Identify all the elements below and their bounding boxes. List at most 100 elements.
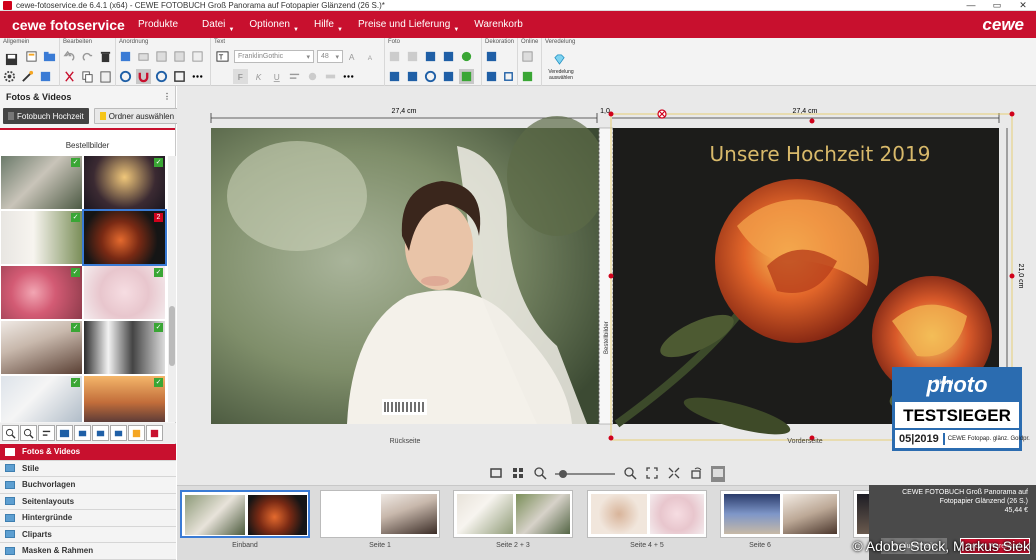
photo-thumb[interactable]: ✓ <box>1 156 82 209</box>
text-effect-icon[interactable] <box>323 69 338 84</box>
pin-icon[interactable]: ⋮ <box>163 92 171 101</box>
preview-icon[interactable] <box>710 465 725 482</box>
menu-hilfe[interactable]: Hilfe ▼ <box>314 19 343 33</box>
photo-thumb[interactable]: ✓ <box>1 211 82 264</box>
menu-datei[interactable]: Datei ▼ <box>202 19 234 33</box>
single-view-icon[interactable] <box>489 466 503 482</box>
wizard-icon[interactable] <box>20 69 35 84</box>
zoom-in-icon[interactable] <box>623 466 637 482</box>
zoom-slider[interactable] <box>554 467 615 481</box>
nav-buchvorlagen[interactable]: Buchvorlagen <box>0 477 176 494</box>
fullscreen-icon[interactable] <box>667 466 681 482</box>
grid-icon[interactable] <box>118 49 133 64</box>
more-icon[interactable] <box>190 69 205 84</box>
zoom-out-photo-icon[interactable] <box>20 425 37 441</box>
zoom-in-photo-icon[interactable] <box>2 425 19 441</box>
view-small-icon[interactable] <box>92 425 109 441</box>
undo-icon[interactable] <box>62 49 77 64</box>
photo-crop-icon[interactable] <box>405 69 420 84</box>
open-folder-icon[interactable] <box>42 49 57 64</box>
zoom-slider-handle[interactable] <box>558 469 567 478</box>
text-shrink-icon[interactable]: A <box>364 49 379 64</box>
photo-thumb[interactable]: ✓ <box>84 321 165 374</box>
photo-thumb[interactable]: ✓ <box>84 266 165 319</box>
menu-preise[interactable]: Preise und Lieferung ▼ <box>358 19 459 33</box>
copy-icon[interactable] <box>80 69 95 84</box>
border-icon[interactable] <box>501 69 515 84</box>
gear-icon[interactable] <box>2 69 17 84</box>
nav-hintergruende[interactable]: Hintergründe <box>0 510 176 527</box>
menu-optionen[interactable]: Optionen ▼ <box>249 19 299 33</box>
filter-icon[interactable] <box>128 425 145 441</box>
photo-filter-icon[interactable] <box>405 49 420 64</box>
text-color-icon[interactable] <box>305 69 320 84</box>
layer-icon[interactable] <box>136 49 151 64</box>
nav-fotos-videos[interactable]: Fotos & Videos <box>0 444 176 461</box>
paste-icon[interactable] <box>98 69 113 84</box>
photo-mirror-icon[interactable] <box>441 69 456 84</box>
photo-auto-icon[interactable] <box>459 49 474 64</box>
more-icon[interactable] <box>341 69 356 84</box>
rotate-right-icon[interactable] <box>154 69 169 84</box>
menu-produkte[interactable]: Produkte <box>138 19 184 30</box>
resize-handle[interactable] <box>809 118 815 124</box>
add-text-icon[interactable]: T <box>213 48 231 66</box>
resize-handle[interactable] <box>608 435 614 441</box>
page-thumb-seite-4-5[interactable] <box>587 490 707 538</box>
cut-icon[interactable] <box>62 69 77 84</box>
maximize-button[interactable]: ▭ <box>984 0 1010 11</box>
distribute-icon[interactable] <box>172 49 187 64</box>
photo-edit-icon[interactable] <box>387 69 402 84</box>
new-project-icon[interactable] <box>25 49 40 64</box>
online-map-icon[interactable] <box>520 69 535 84</box>
album-button[interactable]: Fotobuch Hochzeit <box>3 108 89 124</box>
delete-icon[interactable] <box>98 49 113 64</box>
photo-thumb[interactable]: ✓ <box>1 376 82 422</box>
redo-icon[interactable] <box>80 49 95 64</box>
zoom-out-icon[interactable] <box>533 466 547 482</box>
photo-thumb[interactable]: ✓ <box>84 156 165 209</box>
nav-cliparts[interactable]: Cliparts <box>0 526 176 543</box>
photo-rotate-icon[interactable] <box>423 69 438 84</box>
grid-view-icon[interactable] <box>511 466 525 482</box>
share-icon[interactable] <box>38 69 53 84</box>
nav-masken-rahmen[interactable]: Masken & Rahmen <box>0 543 176 560</box>
magnet-icon[interactable] <box>136 69 151 84</box>
clipart-icon[interactable] <box>484 49 499 64</box>
page-thumb-einband[interactable] <box>180 490 310 538</box>
text-grow-icon[interactable]: A <box>346 49 361 64</box>
page-thumb-seite-6[interactable] <box>720 490 840 538</box>
save-icon[interactable] <box>2 49 22 69</box>
nav-seitenlayouts[interactable]: Seitenlayouts <box>0 493 176 510</box>
import-icon[interactable] <box>146 425 163 441</box>
photo-thumb[interactable]: 2 <box>82 209 167 266</box>
fit-screen-icon[interactable] <box>645 466 659 482</box>
minimize-button[interactable]: — <box>958 0 984 11</box>
view-list-icon[interactable] <box>110 425 127 441</box>
veredelung-button[interactable]: Veredelung auswählen <box>544 69 578 81</box>
underline-icon[interactable]: U <box>269 69 284 84</box>
rotate-left-icon[interactable] <box>118 69 133 84</box>
rotate-view-icon[interactable] <box>689 466 703 482</box>
photo-effect-icon[interactable] <box>387 49 402 64</box>
align-icon[interactable] <box>154 49 169 64</box>
font-family-select[interactable]: FranklinGothic ▾ <box>234 50 314 63</box>
mask-icon[interactable] <box>484 69 498 84</box>
photo-grid-scrollbar[interactable] <box>168 156 176 422</box>
back-cover-photo[interactable] <box>211 116 607 424</box>
resize-handle[interactable] <box>1009 273 1015 279</box>
sort-icon[interactable] <box>38 425 55 441</box>
delete-element-icon[interactable] <box>657 109 667 119</box>
cover-title[interactable]: Unsere Hochzeit 2019 <box>710 142 931 166</box>
resize-handle[interactable] <box>608 273 614 279</box>
diamond-icon[interactable] <box>544 49 574 69</box>
font-size-select[interactable]: 48 ▾ <box>317 50 343 63</box>
view-large-icon[interactable] <box>56 425 73 441</box>
view-medium-icon[interactable] <box>74 425 91 441</box>
photo-thumb[interactable]: ✓ <box>1 266 82 319</box>
page-thumb-seite-1[interactable] <box>320 490 440 538</box>
resize-handle[interactable] <box>608 111 614 117</box>
photo-replace-icon[interactable] <box>441 49 456 64</box>
menu-warenkorb[interactable]: Warenkorb <box>474 19 529 30</box>
text-align-icon[interactable] <box>287 69 302 84</box>
